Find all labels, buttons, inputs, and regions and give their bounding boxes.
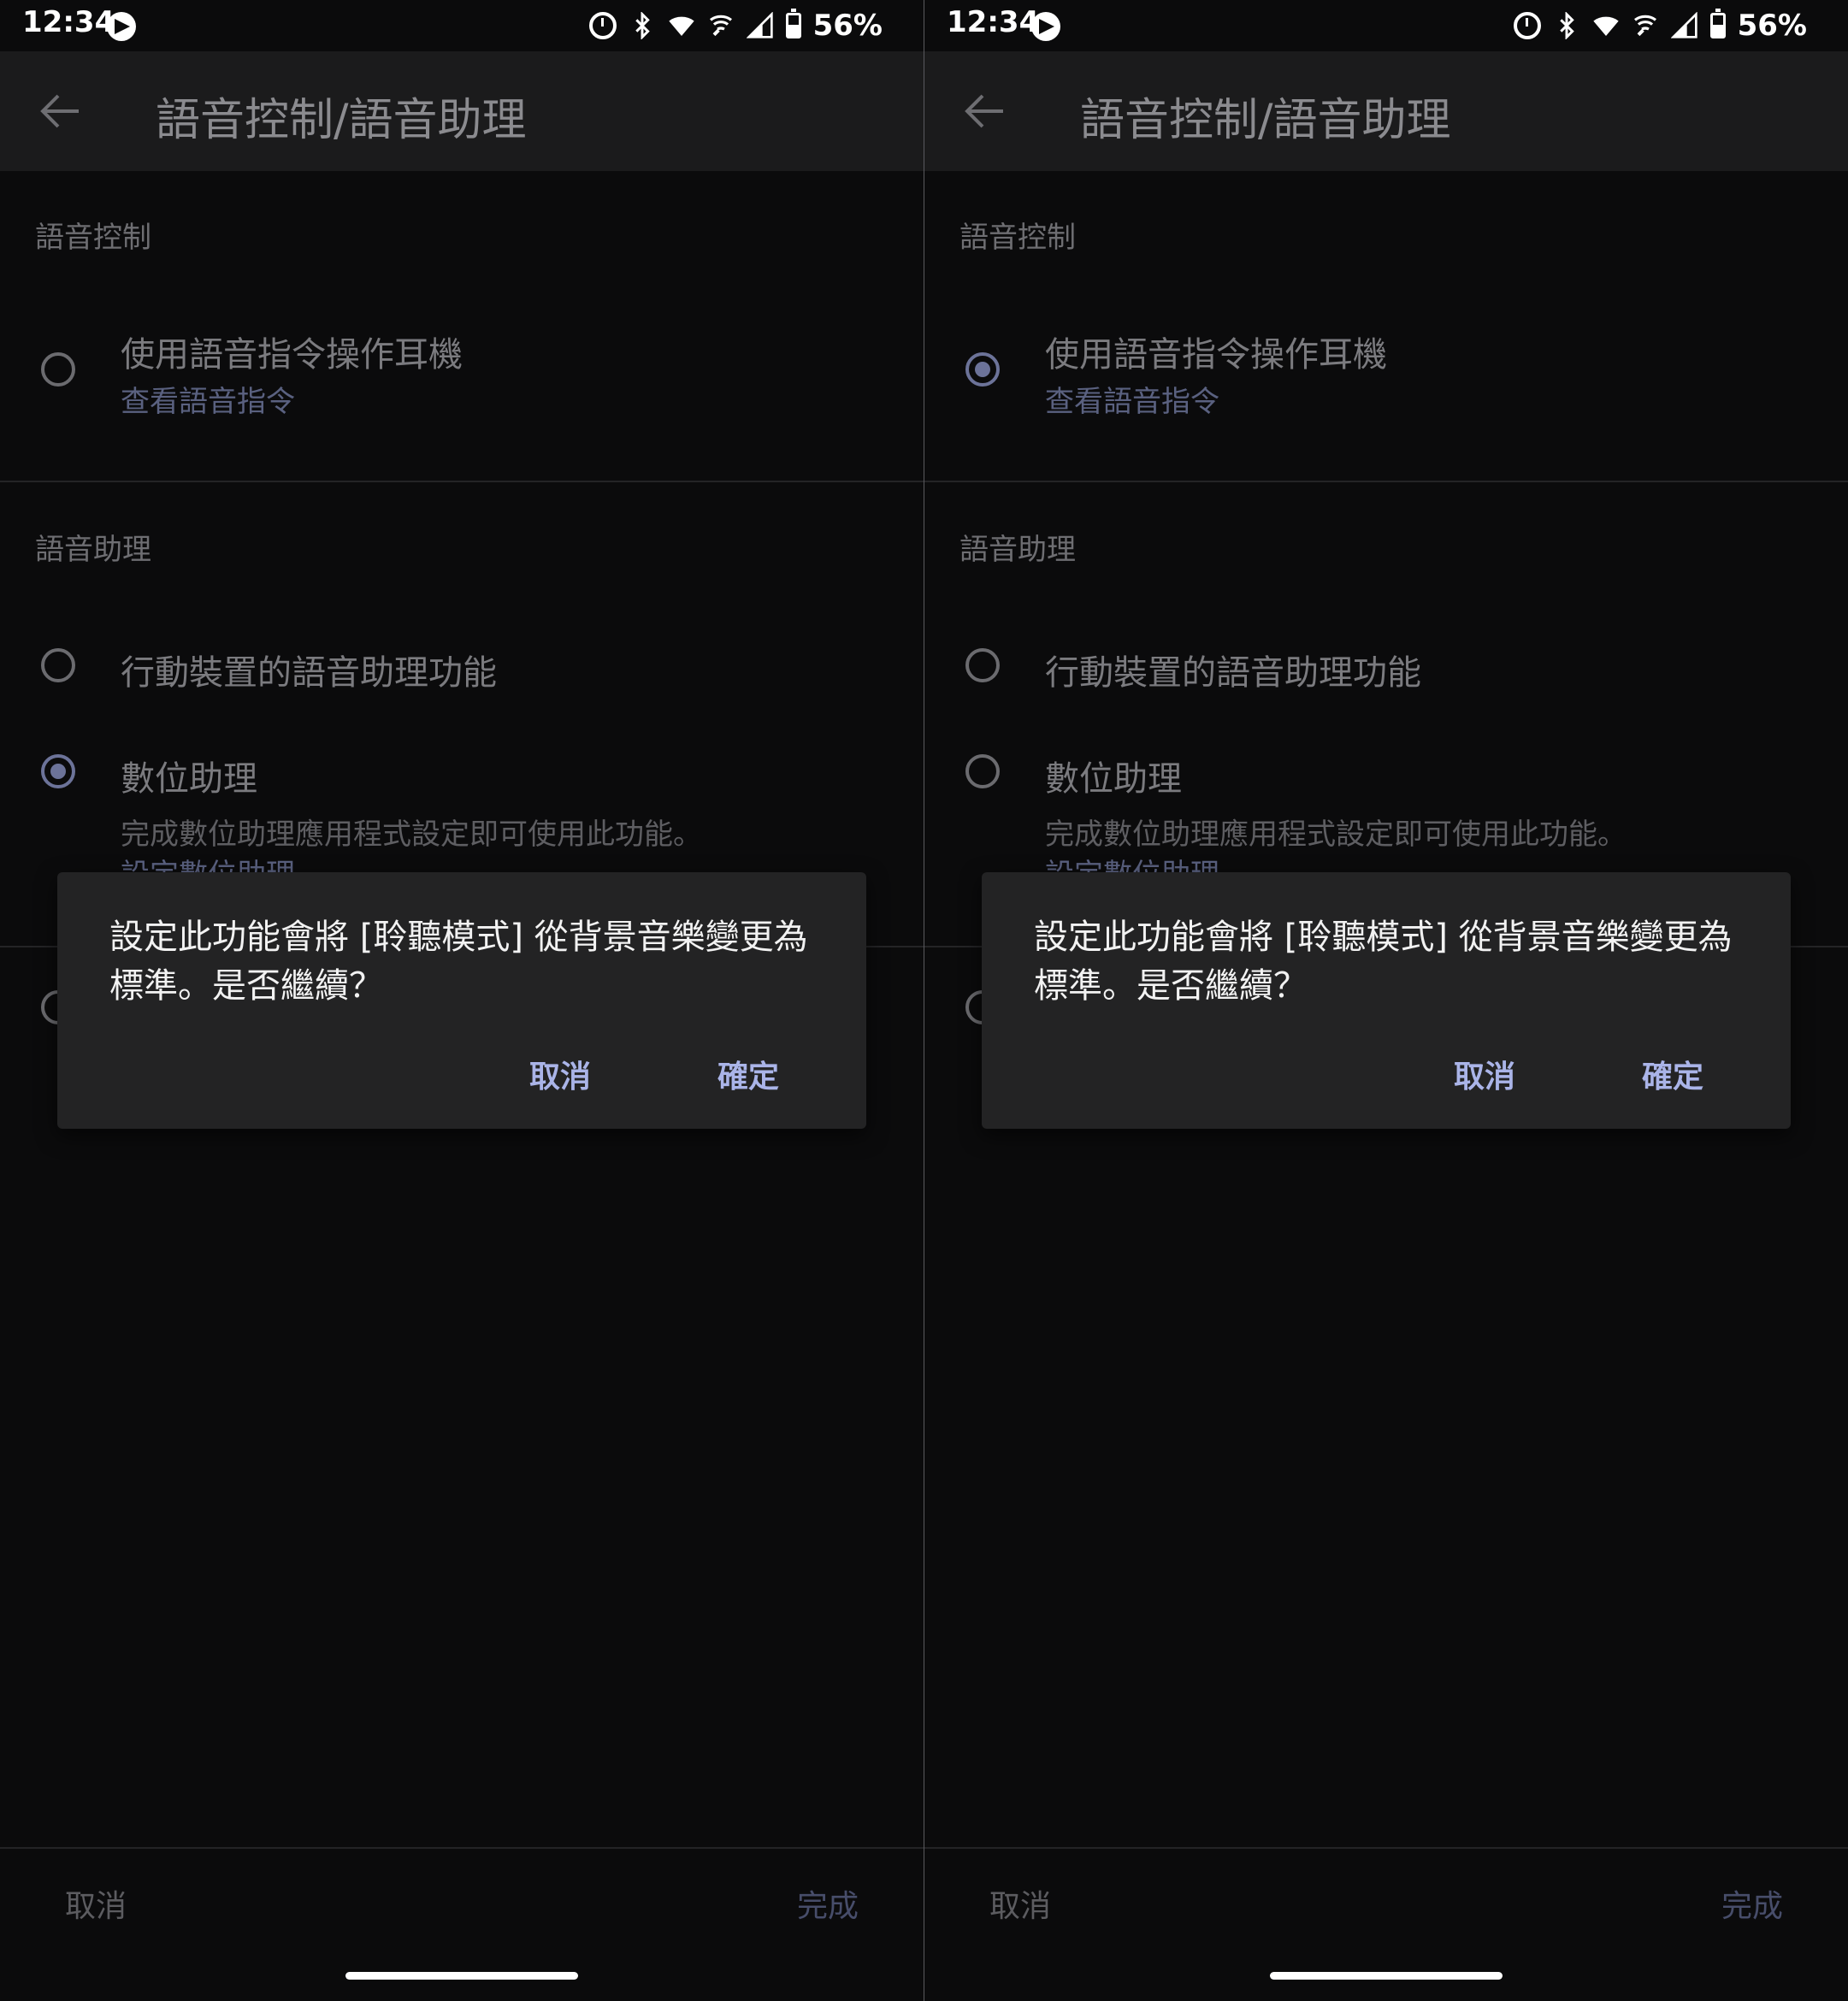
home-indicator[interactable] — [345, 1972, 578, 1980]
radio-mobile-assistant[interactable] — [965, 648, 1000, 682]
voice-command-option-title[interactable]: 使用語音指令操作耳機 — [1045, 327, 1387, 376]
wifi-icon — [668, 12, 695, 39]
bottom-cancel-button[interactable]: 取消 — [65, 1881, 127, 1926]
bottom-cancel-button[interactable]: 取消 — [989, 1881, 1051, 1926]
setup-digital-assistant-link[interactable]: 設定數位助理 — [121, 851, 295, 873]
section-header-voice-control: 語音控制 — [959, 221, 1076, 255]
status-bar: 12:34 56% — [924, 0, 1848, 51]
digital-assistant-option-title[interactable]: 數位助理 — [121, 751, 257, 800]
digital-assistant-description: 完成數位助理應用程式設定即可使用此功能。 — [121, 818, 702, 852]
dialog-cancel-button[interactable]: 取消 — [529, 1052, 591, 1096]
view-voice-commands-link[interactable]: 查看語音指令 — [121, 378, 295, 420]
back-arrow-icon[interactable] — [964, 92, 1005, 130]
dialog-confirm-button[interactable]: 確定 — [717, 1052, 779, 1096]
back-arrow-icon[interactable] — [39, 92, 80, 130]
status-icons: 56% — [1513, 3, 1807, 48]
bluetooth-icon — [629, 11, 656, 40]
status-time: 12:34 — [22, 5, 115, 39]
alarm-icon — [588, 12, 617, 39]
wifi-call-icon — [707, 12, 735, 39]
view-voice-commands-link[interactable]: 查看語音指令 — [1045, 378, 1219, 420]
battery-icon — [785, 9, 801, 38]
app-notification-icon — [107, 12, 136, 41]
dialog-confirm-button[interactable]: 確定 — [1642, 1052, 1703, 1096]
page-title: 語音控制/語音助理 — [156, 95, 527, 146]
radio-digital-assistant[interactable] — [965, 754, 1000, 788]
alarm-icon — [1513, 12, 1541, 39]
setup-digital-assistant-link[interactable]: 設定數位助理 — [1045, 851, 1219, 873]
confirm-dialog: 設定此功能會將 [聆聽模式] 從背景音樂變更為標準。是否繼續？ 取消 確定 — [57, 872, 866, 1129]
bottom-done-button[interactable]: 完成 — [1721, 1881, 1783, 1926]
wifi-icon — [1592, 12, 1620, 39]
confirm-dialog: 設定此功能會將 [聆聽模式] 從背景音樂變更為標準。是否繼續？ 取消 確定 — [982, 872, 1791, 1129]
phone-screen-left: 12:34 56% 語音控制/語音助理 語音控制 使用語音指令操作耳機 查看語音… — [0, 0, 924, 2001]
home-indicator[interactable] — [1270, 1972, 1503, 1980]
section-header-voice-control: 語音控制 — [35, 221, 151, 255]
bottom-divider — [924, 1847, 1848, 1849]
cell-signal-icon — [746, 11, 774, 39]
page-title: 語音控制/語音助理 — [1080, 95, 1451, 146]
app-bar: 語音控制/語音助理 — [0, 51, 924, 171]
radio-mobile-assistant[interactable] — [41, 648, 75, 682]
section-divider — [0, 481, 924, 482]
wifi-call-icon — [1632, 12, 1659, 39]
phone-screen-right: 12:34 56% 語音控制/語音助理 語音控制 使用語音指令操作耳機 查看語音… — [924, 0, 1848, 2001]
mobile-assistant-option-title[interactable]: 行動裝置的語音助理功能 — [121, 645, 497, 694]
radio-digital-assistant[interactable] — [41, 754, 75, 788]
radio-voice-command[interactable] — [41, 352, 75, 387]
section-header-voice-assistant: 語音助理 — [959, 533, 1076, 567]
section-header-voice-assistant: 語音助理 — [35, 533, 151, 567]
status-time: 12:34 — [947, 5, 1040, 39]
cell-signal-icon — [1670, 11, 1698, 39]
digital-assistant-option-title[interactable]: 數位助理 — [1045, 751, 1182, 800]
dialog-message: 設定此功能會將 [聆聽模式] 從背景音樂變更為標準。是否繼續？ — [109, 918, 808, 1006]
section-divider — [924, 481, 1848, 482]
status-bar: 12:34 56% — [0, 0, 924, 51]
app-bar: 語音控制/語音助理 — [924, 51, 1848, 171]
radio-voice-command[interactable] — [965, 352, 1000, 387]
dialog-message: 設定此功能會將 [聆聽模式] 從背景音樂變更為標準。是否繼續？ — [1034, 918, 1733, 1006]
battery-icon — [1709, 9, 1726, 38]
dialog-cancel-button[interactable]: 取消 — [1454, 1052, 1515, 1096]
bottom-done-button[interactable]: 完成 — [797, 1881, 859, 1926]
battery-percent: 56% — [812, 9, 883, 43]
app-notification-icon — [1031, 12, 1060, 41]
bottom-divider — [0, 1847, 924, 1849]
mobile-assistant-option-title[interactable]: 行動裝置的語音助理功能 — [1045, 645, 1421, 694]
comparison-root: 12:34 56% 語音控制/語音助理 語音控制 使用語音指令操作耳機 查看語音… — [0, 0, 1848, 2001]
digital-assistant-description: 完成數位助理應用程式設定即可使用此功能。 — [1045, 818, 1627, 852]
voice-command-option-title[interactable]: 使用語音指令操作耳機 — [121, 327, 463, 376]
battery-percent: 56% — [1737, 9, 1807, 43]
status-icons: 56% — [588, 3, 883, 48]
bluetooth-icon — [1553, 11, 1580, 40]
